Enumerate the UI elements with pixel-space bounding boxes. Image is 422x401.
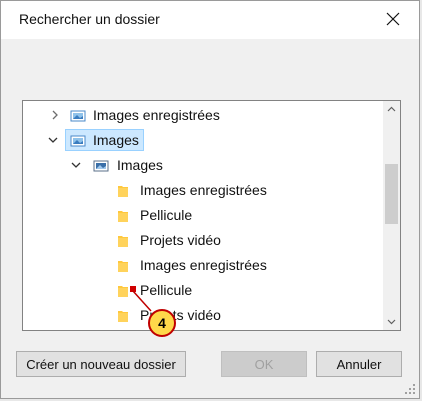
tree-item-label: Projets vidéo [140,232,221,248]
library-images-icon [70,135,86,147]
chevron-down-icon[interactable] [70,159,82,171]
browse-folder-dialog: Rechercher un dossier Images enregistrée… [0,0,420,399]
tree-item-folder[interactable]: Projets vidéo [23,228,384,253]
tree-item-label: Images enregistrées [140,257,267,273]
pictures-folder-icon [93,160,109,172]
tree-item-images-library[interactable]: Images [23,128,384,153]
ok-button[interactable]: OK [221,351,307,377]
cancel-button[interactable]: Annuler [316,351,402,377]
tree-item-folder[interactable]: Images enregistrées [23,178,384,203]
chevron-down-icon[interactable] [47,134,59,146]
folder-tree[interactable]: Images enregistrées Images Images Images… [22,100,401,331]
vertical-scrollbar[interactable] [383,101,400,330]
folder-icon [118,211,128,222]
chevron-right-icon[interactable] [49,109,61,121]
scroll-thumb[interactable] [385,164,398,224]
tree-item-folder[interactable]: Pellicule [23,203,384,228]
dialog-title: Rechercher un dossier [19,11,160,27]
tree-item-label: Images enregistrées [140,182,267,198]
close-icon [386,12,400,26]
folder-icon [118,311,128,322]
tree-item-folder[interactable]: Images enregistrées [23,253,384,278]
chevron-down-icon [387,319,396,325]
saved-images-icon [70,110,86,122]
tree-item-label: Images [117,157,163,173]
callout-number: 4 [158,315,166,331]
chevron-up-icon [387,106,396,112]
tree-item-folder[interactable]: Projets vidéo [23,303,384,328]
title-bar[interactable]: Rechercher un dossier [1,1,419,39]
tree-item-saved-images[interactable]: Images enregistrées [23,103,384,128]
folder-icon [118,236,128,247]
tree-item-label: Images enregistrées [93,107,220,123]
tree-item-label: Pellicule [140,207,193,223]
tree-item-folder[interactable]: Pellicule [23,278,384,303]
new-folder-button[interactable]: Créer un nouveau dossier [16,351,186,377]
tree-item-images-folder[interactable]: Images [23,153,384,178]
folder-tree-content: Images enregistrées Images Images Images… [23,101,384,330]
scroll-down-button[interactable] [383,313,400,330]
folder-icon [118,186,128,197]
folder-icon [118,261,128,272]
tree-item-label: Images [93,132,139,148]
resize-grip-icon[interactable] [404,383,416,395]
close-button[interactable] [373,3,413,35]
callout-leader-line [132,290,152,312]
callout-badge: 4 [148,309,176,337]
scroll-up-button[interactable] [383,101,400,118]
